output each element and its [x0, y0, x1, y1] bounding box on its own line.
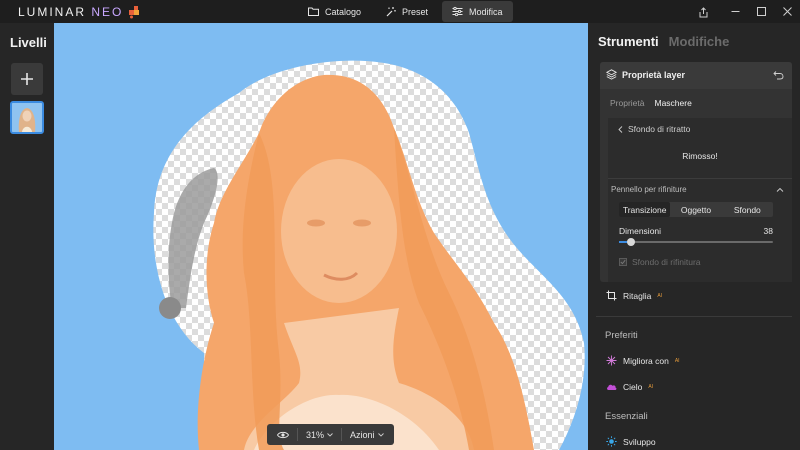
size-value: 38 — [763, 226, 773, 236]
minimize-icon — [731, 11, 739, 12]
layer-thumbnail[interactable] — [10, 101, 44, 134]
mode-catalog-label: Catalogo — [325, 6, 362, 17]
title-bar: LUMINAR NEO Catalogo Preset Modifica — [0, 0, 800, 23]
mode-preset-button[interactable]: Preset — [375, 1, 438, 22]
mode-catalog-button[interactable]: Catalogo — [298, 1, 371, 22]
image-canvas[interactable]: 31% Azioni — [54, 23, 588, 450]
tool-enhance[interactable]: Migliora con AI — [606, 355, 680, 366]
canvas-toolbar: 31% Azioni — [267, 424, 394, 445]
tool-develop[interactable]: Sviluppo — [606, 436, 656, 447]
chevron-down-icon — [327, 432, 333, 437]
tool-crop[interactable]: Ritaglia AI — [606, 290, 662, 301]
layer-properties-title: Proprietà layer — [622, 70, 686, 80]
ai-badge: AI — [657, 292, 663, 299]
crop-icon — [606, 290, 617, 301]
maximize-icon — [756, 7, 766, 16]
mask-settings: Sfondo di ritratto Rimosso! Pennello per… — [608, 118, 792, 282]
logo-main-text: LUMINAR — [18, 5, 92, 19]
segment-object[interactable]: Oggetto — [670, 202, 721, 217]
plus-icon — [21, 73, 33, 85]
toggle-preview-button[interactable] — [271, 424, 295, 445]
layers-title: Livelli — [10, 35, 47, 50]
tool-develop-label: Sviluppo — [623, 436, 656, 447]
app-logo: LUMINAR NEO — [18, 5, 141, 19]
toolbar-divider — [341, 428, 343, 441]
chevron-down-icon — [377, 432, 384, 437]
mode-preset-label: Preset — [402, 6, 429, 17]
checkbox-label: Sfondo di rifinitura — [632, 257, 701, 267]
brush-mode-segmented: Transizione Oggetto Sfondo — [619, 202, 773, 217]
canvas-image — [54, 23, 588, 450]
segment-background[interactable]: Sfondo — [722, 202, 773, 217]
tool-sky[interactable]: Cielo AI — [606, 381, 653, 392]
chevron-up-icon[interactable] — [776, 186, 784, 194]
actions-dropdown[interactable]: Azioni — [344, 424, 390, 445]
ai-badge: AI — [674, 357, 680, 364]
add-layer-button[interactable] — [11, 63, 43, 95]
ai-badge: AI — [648, 383, 654, 390]
layer-properties-header[interactable]: Proprietà layer — [600, 62, 792, 89]
panel-divider — [596, 316, 792, 317]
back-label: Sfondo di ritratto — [628, 124, 691, 134]
window-controls — [722, 0, 800, 23]
mode-edit-button[interactable]: Modifica — [442, 1, 513, 22]
tab-masks[interactable]: Maschere — [655, 98, 692, 108]
tool-crop-label: Ritaglia — [623, 290, 652, 301]
puzzle-icon — [129, 5, 140, 18]
minimize-button[interactable] — [722, 0, 748, 23]
refine-brush-title: Pennello per rifiniture — [611, 185, 687, 194]
close-button[interactable] — [774, 0, 800, 23]
zoom-value: 31% — [306, 429, 325, 440]
share-icon — [699, 6, 707, 17]
maximize-button[interactable] — [748, 0, 774, 23]
back-to-portrait-bg-button[interactable]: Sfondo di ritratto — [618, 124, 690, 134]
size-slider[interactable] — [619, 238, 773, 246]
refine-background-checkbox[interactable]: Sfondo di rifinitura — [619, 257, 701, 267]
layer-thumbnail-image — [12, 103, 42, 132]
layers-panel: Livelli — [0, 23, 54, 450]
section-favorites[interactable]: Preferiti — [605, 330, 638, 341]
size-slider-handle[interactable] — [627, 238, 636, 246]
sliders-icon — [452, 6, 463, 17]
section-essentials[interactable]: Essenziali — [605, 411, 648, 422]
folder-icon — [308, 7, 319, 16]
section-divider — [608, 178, 792, 179]
magic-wand-icon — [386, 7, 396, 17]
layer-properties-subtabs: Proprietà Maschere — [610, 98, 692, 108]
toolbar-divider — [297, 428, 298, 441]
segment-transition[interactable]: Transizione — [619, 202, 671, 217]
undo-icon[interactable] — [773, 69, 784, 80]
tool-sky-label: Cielo — [623, 381, 643, 392]
layers-stack-icon — [606, 69, 617, 80]
actions-label: Azioni — [350, 429, 375, 440]
removed-status: Rimosso! — [682, 151, 718, 161]
sun-icon — [606, 436, 617, 447]
close-icon — [782, 7, 792, 16]
check-icon — [620, 259, 626, 265]
mode-switcher: Catalogo Preset Modifica — [298, 1, 513, 22]
chevron-left-icon — [618, 125, 623, 133]
layer-properties-card: Proprietà layer Proprietà Maschere Sfond… — [600, 62, 792, 282]
panel-tabs: Strumenti Modifiche — [598, 34, 729, 49]
sparkle-icon — [606, 355, 617, 366]
zoom-dropdown[interactable]: 31% — [300, 424, 339, 445]
tool-enhance-label: Migliora con — [623, 355, 669, 366]
tab-tools[interactable]: Strumenti — [598, 34, 659, 49]
logo-accent-text: NEO — [91, 5, 124, 19]
cloud-icon — [607, 384, 617, 390]
mode-edit-label: Modifica — [469, 6, 503, 17]
eye-icon — [277, 431, 289, 438]
checkbox[interactable] — [619, 258, 627, 266]
share-button[interactable] — [695, 4, 711, 20]
tab-edits[interactable]: Modifiche — [669, 34, 730, 49]
tab-properties[interactable]: Proprietà — [610, 98, 645, 108]
size-label: Dimensioni — [619, 226, 662, 236]
